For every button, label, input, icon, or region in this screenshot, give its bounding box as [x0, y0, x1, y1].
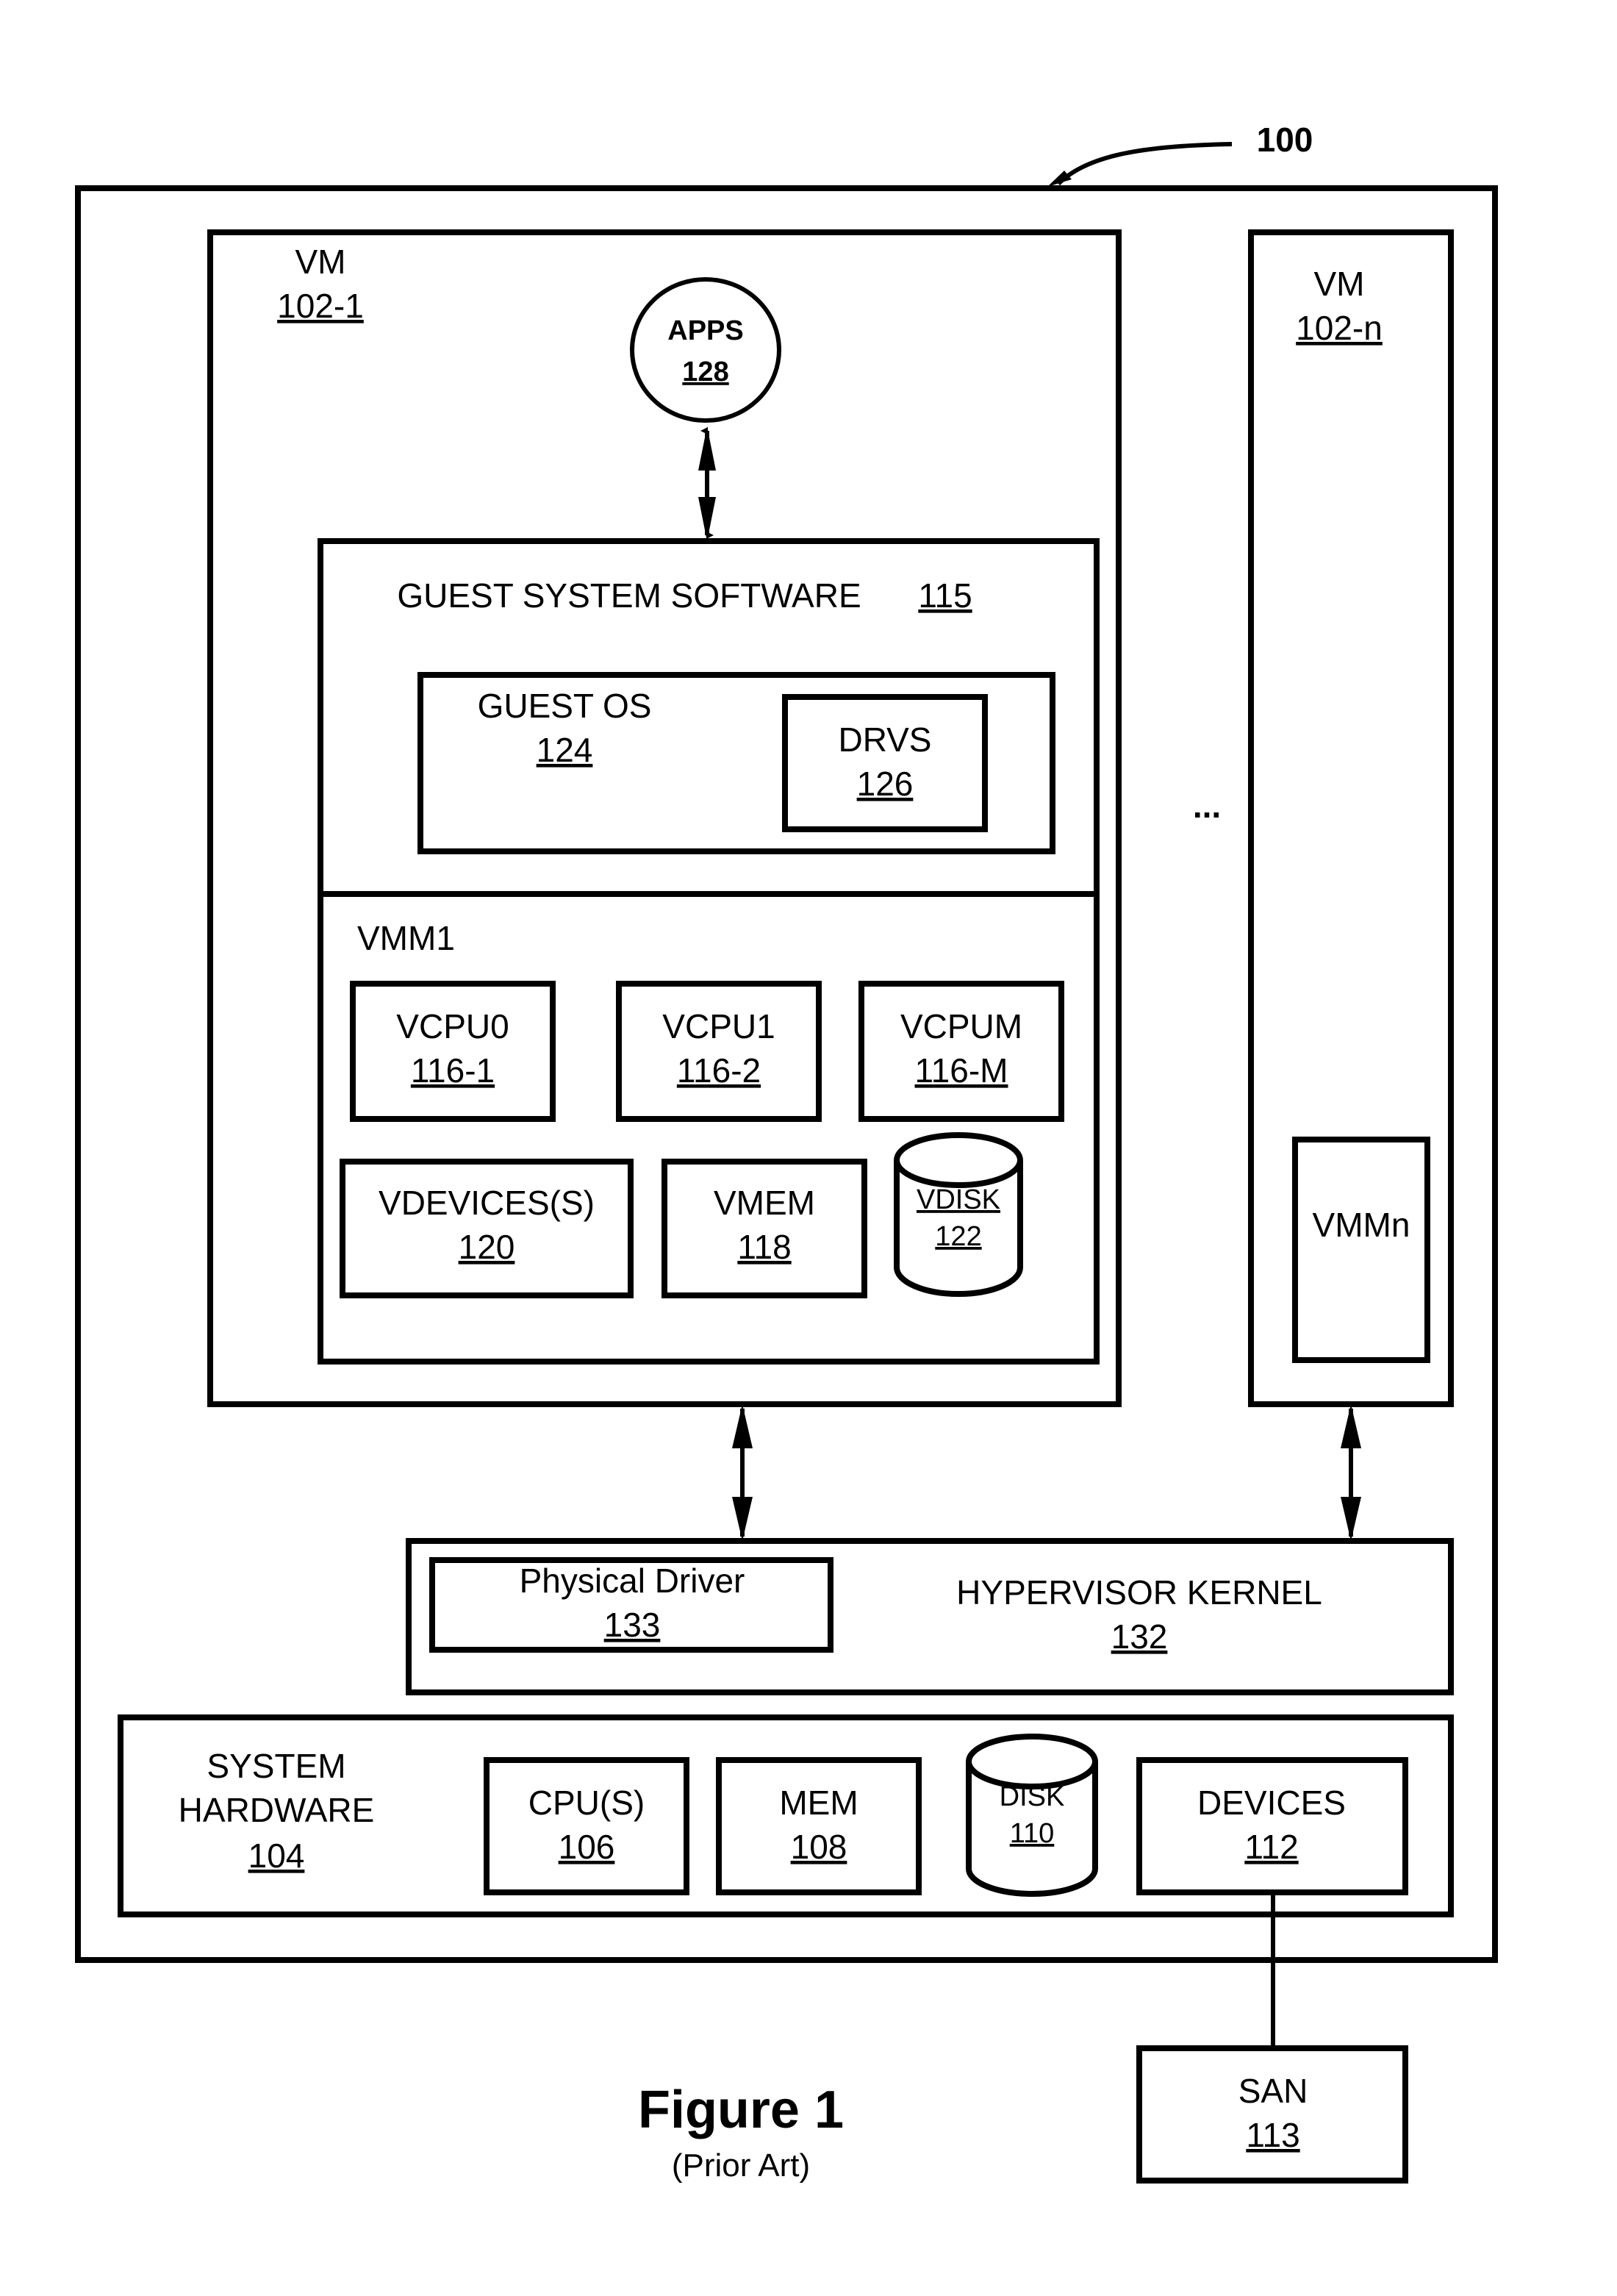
devices-label: DEVICES — [1197, 1784, 1346, 1822]
vm-1-label: VM — [295, 243, 346, 281]
figure-subtitle: (Prior Art) — [672, 2147, 810, 2184]
physical-driver-ref: 133 — [604, 1606, 661, 1644]
vcpu1-ref: 116-2 — [677, 1051, 761, 1090]
vm-n-label: VM — [1314, 265, 1365, 303]
physical-driver-label: Physical Driver — [520, 1562, 745, 1600]
vdisk-label: VDISK — [917, 1184, 1000, 1215]
vm-1-ref: 102-1 — [277, 287, 364, 325]
disk-top — [966, 1734, 1098, 1789]
disk-ref: 110 — [1010, 1818, 1055, 1849]
cpu-ref: 106 — [559, 1828, 615, 1866]
mem-box — [716, 1757, 922, 1895]
san-ref: 113 — [1246, 2116, 1299, 2154]
figure-title: Figure 1 — [638, 2081, 844, 2139]
vm-n-ref: 102-n — [1296, 309, 1383, 347]
system-hardware-label-line1: SYSTEM — [207, 1747, 345, 1785]
devices-ref: 112 — [1244, 1828, 1298, 1866]
san-label: SAN — [1238, 2072, 1308, 2110]
vm-ellipsis: ... — [1193, 787, 1221, 825]
vdisk-top — [894, 1132, 1023, 1188]
vcpu0-ref: 116-1 — [411, 1051, 495, 1090]
drvs-ref: 126 — [857, 765, 914, 803]
system-hardware-ref: 104 — [248, 1837, 305, 1875]
system-hardware-label-line2: HARDWARE — [179, 1791, 375, 1829]
drvs-box — [782, 694, 988, 832]
vcpu0-label: VCPU0 — [396, 1007, 509, 1045]
vcpum-label: VCPUM — [900, 1007, 1022, 1045]
vmem-ref: 118 — [737, 1228, 791, 1266]
vdisk-cylinder: VDISK 122 — [894, 1132, 1023, 1297]
san-box — [1136, 2045, 1408, 2184]
vm-n: VM 102-n VMMn — [1248, 229, 1454, 1407]
vdevices-ref: 120 — [459, 1228, 515, 1266]
vmem-label: VMEM — [714, 1184, 815, 1222]
vmmn-label: VMMn — [1313, 1206, 1410, 1244]
guest-os-ref: 124 — [537, 731, 593, 769]
guest-system-software-ref: 115 — [918, 576, 972, 615]
mem-ref: 108 — [791, 1828, 847, 1866]
system-hardware: SYSTEM HARDWARE 104 CPU(S) 106 MEM 108 D… — [118, 1714, 1454, 1917]
apps-ref: 128 — [682, 357, 728, 387]
vmmn-box — [1292, 1137, 1430, 1363]
vmm1-label: VMM1 — [357, 919, 455, 957]
vdevices-label: VDEVICES(S) — [379, 1184, 595, 1222]
guest-os-label: GUEST OS — [478, 687, 652, 725]
disk-label: DISK — [1000, 1781, 1065, 1812]
cpu-box — [484, 1757, 689, 1895]
vcpum-ref: 116-M — [915, 1051, 1008, 1090]
diagram-canvas: 100 VM 102-1 APPS 128 GUEST SYSTEM SOFTW… — [75, 121, 1498, 2184]
vcpu1-label: VCPU1 — [662, 1007, 775, 1045]
devices-box — [1136, 1757, 1408, 1895]
vdisk-ref: 122 — [935, 1221, 981, 1252]
apps-label: APPS — [667, 315, 743, 346]
hypervisor-kernel-label: HYPERVISOR KERNEL — [956, 1573, 1322, 1612]
hypervisor-kernel-ref: 132 — [1111, 1617, 1168, 1656]
system-ref-label: 100 — [1257, 121, 1313, 159]
mem-label: MEM — [779, 1784, 858, 1822]
vm-1: VM 102-1 APPS 128 GUEST SYSTEM SOFTWARE … — [207, 229, 1122, 1407]
drvs-label: DRVS — [839, 720, 932, 759]
guest-system-software-label: GUEST SYSTEM SOFTWARE — [397, 576, 861, 615]
cpu-label: CPU(S) — [528, 1784, 645, 1822]
hypervisor-kernel: Physical Driver 133 HYPERVISOR KERNEL 13… — [406, 1538, 1454, 1695]
system-ref-arrow — [1056, 142, 1233, 186]
disk-cylinder: DISK 110 — [966, 1734, 1098, 1897]
